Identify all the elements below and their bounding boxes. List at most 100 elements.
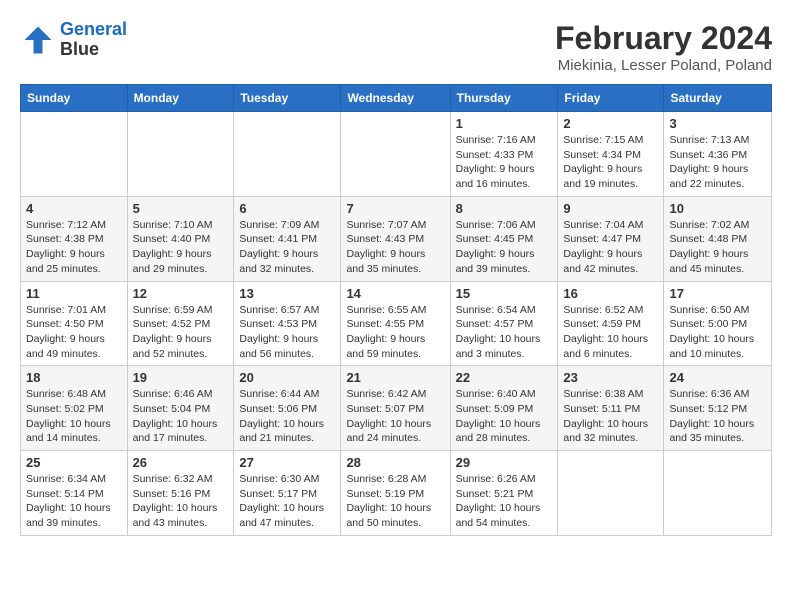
day-number: 11 [26, 286, 122, 301]
day-info: Sunrise: 7:04 AMSunset: 4:47 PMDaylight:… [563, 218, 658, 277]
day-number: 6 [239, 201, 335, 216]
logo-line2: Blue [60, 40, 127, 60]
day-cell: 11 Sunrise: 7:01 AMSunset: 4:50 PMDayligh… [21, 281, 128, 366]
day-number: 26 [133, 455, 229, 470]
day-cell [234, 112, 341, 197]
day-info: Sunrise: 6:50 AMSunset: 5:00 PMDaylight:… [669, 303, 766, 362]
subtitle: Miekinia, Lesser Poland, Poland [555, 57, 772, 74]
day-cell: 19Sunrise: 6:46 AMSunset: 5:04 PMDayligh… [127, 366, 234, 451]
day-cell: 1 Sunrise: 7:16 AMSunset: 4:33 PMDaylight… [450, 112, 558, 197]
day-cell: 4 Sunrise: 7:12 AMSunset: 4:38 PMDaylight… [21, 196, 128, 281]
day-info: Sunrise: 6:40 AMSunset: 5:09 PMDaylight:… [456, 387, 553, 446]
day-cell: 8 Sunrise: 7:06 AMSunset: 4:45 PMDaylight… [450, 196, 558, 281]
day-info: Sunrise: 7:07 AMSunset: 4:43 PMDaylight:… [346, 218, 444, 277]
day-number: 4 [26, 201, 122, 216]
day-number: 1 [456, 116, 553, 131]
title-block: February 2024 Miekinia, Lesser Poland, P… [555, 20, 772, 74]
day-info: Sunrise: 7:09 AMSunset: 4:41 PMDaylight:… [239, 218, 335, 277]
day-cell: 29Sunrise: 6:26 AMSunset: 5:21 PMDayligh… [450, 451, 558, 536]
day-number: 20 [239, 370, 335, 385]
day-number: 25 [26, 455, 122, 470]
day-info: Sunrise: 7:16 AMSunset: 4:33 PMDaylight:… [456, 133, 553, 192]
day-info: Sunrise: 7:10 AMSunset: 4:40 PMDaylight:… [133, 218, 229, 277]
day-number: 9 [563, 201, 658, 216]
day-cell: 10 Sunrise: 7:02 AMSunset: 4:48 PMDayligh… [664, 196, 772, 281]
day-number: 7 [346, 201, 444, 216]
day-cell [21, 112, 128, 197]
day-cell: 14Sunrise: 6:55 AMSunset: 4:55 PMDayligh… [341, 281, 450, 366]
day-info: Sunrise: 6:38 AMSunset: 5:11 PMDaylight:… [563, 387, 658, 446]
day-number: 13 [239, 286, 335, 301]
logo-text: General Blue [60, 20, 127, 60]
header-cell-wednesday: Wednesday [341, 85, 450, 112]
day-number: 8 [456, 201, 553, 216]
day-number: 2 [563, 116, 658, 131]
day-info: Sunrise: 6:44 AMSunset: 5:06 PMDaylight:… [239, 387, 335, 446]
calendar-table: SundayMondayTuesdayWednesdayThursdayFrid… [20, 84, 772, 536]
header-cell-monday: Monday [127, 85, 234, 112]
day-number: 12 [133, 286, 229, 301]
day-cell: 6 Sunrise: 7:09 AMSunset: 4:41 PMDaylight… [234, 196, 341, 281]
day-info: Sunrise: 6:57 AMSunset: 4:53 PMDaylight:… [239, 303, 335, 362]
header-cell-sunday: Sunday [21, 85, 128, 112]
day-number: 17 [669, 286, 766, 301]
header-cell-tuesday: Tuesday [234, 85, 341, 112]
day-info: Sunrise: 6:32 AMSunset: 5:16 PMDaylight:… [133, 472, 229, 531]
day-info: Sunrise: 6:30 AMSunset: 5:17 PMDaylight:… [239, 472, 335, 531]
day-info: Sunrise: 6:52 AMSunset: 4:59 PMDaylight:… [563, 303, 658, 362]
logo-icon [20, 22, 56, 58]
day-cell: 13 Sunrise: 6:57 AMSunset: 4:53 PMDayligh… [234, 281, 341, 366]
day-cell: 21Sunrise: 6:42 AMSunset: 5:07 PMDayligh… [341, 366, 450, 451]
day-number: 27 [239, 455, 335, 470]
day-info: Sunrise: 6:36 AMSunset: 5:12 PMDaylight:… [669, 387, 766, 446]
day-info: Sunrise: 6:46 AMSunset: 5:04 PMDaylight:… [133, 387, 229, 446]
day-cell: 3Sunrise: 7:13 AMSunset: 4:36 PMDaylight… [664, 112, 772, 197]
page-header: General Blue February 2024 Miekinia, Les… [20, 20, 772, 74]
day-cell: 18 Sunrise: 6:48 AMSunset: 5:02 PMDayligh… [21, 366, 128, 451]
day-cell: 25 Sunrise: 6:34 AMSunset: 5:14 PMDayligh… [21, 451, 128, 536]
header-cell-friday: Friday [558, 85, 664, 112]
day-info: Sunrise: 6:26 AMSunset: 5:21 PMDaylight:… [456, 472, 553, 531]
day-info: Sunrise: 7:12 AMSunset: 4:38 PMDaylight:… [26, 218, 122, 277]
day-info: Sunrise: 6:54 AMSunset: 4:57 PMDaylight:… [456, 303, 553, 362]
day-cell: 27 Sunrise: 6:30 AMSunset: 5:17 PMDayligh… [234, 451, 341, 536]
day-cell [341, 112, 450, 197]
day-info: Sunrise: 7:06 AMSunset: 4:45 PMDaylight:… [456, 218, 553, 277]
logo: General Blue [20, 20, 127, 60]
day-number: 15 [456, 286, 553, 301]
day-number: 5 [133, 201, 229, 216]
day-info: Sunrise: 6:48 AMSunset: 5:02 PMDaylight:… [26, 387, 122, 446]
day-number: 24 [669, 370, 766, 385]
day-cell [664, 451, 772, 536]
day-cell: 23Sunrise: 6:38 AMSunset: 5:11 PMDayligh… [558, 366, 664, 451]
logo-line1: General [60, 19, 127, 39]
day-cell: 22 Sunrise: 6:40 AMSunset: 5:09 PMDayligh… [450, 366, 558, 451]
week-row-0: 1 Sunrise: 7:16 AMSunset: 4:33 PMDaylight… [21, 112, 772, 197]
day-cell: 16Sunrise: 6:52 AMSunset: 4:59 PMDayligh… [558, 281, 664, 366]
day-number: 22 [456, 370, 553, 385]
day-number: 3 [669, 116, 766, 131]
day-info: Sunrise: 7:01 AMSunset: 4:50 PMDaylight:… [26, 303, 122, 362]
day-cell: 2Sunrise: 7:15 AMSunset: 4:34 PMDaylight… [558, 112, 664, 197]
day-cell: 20 Sunrise: 6:44 AMSunset: 5:06 PMDayligh… [234, 366, 341, 451]
week-row-3: 18 Sunrise: 6:48 AMSunset: 5:02 PMDayligh… [21, 366, 772, 451]
calendar-header: SundayMondayTuesdayWednesdayThursdayFrid… [21, 85, 772, 112]
day-info: Sunrise: 7:02 AMSunset: 4:48 PMDaylight:… [669, 218, 766, 277]
day-number: 18 [26, 370, 122, 385]
day-cell: 28Sunrise: 6:28 AMSunset: 5:19 PMDayligh… [341, 451, 450, 536]
day-number: 28 [346, 455, 444, 470]
day-cell [558, 451, 664, 536]
day-cell: 5 Sunrise: 7:10 AMSunset: 4:40 PMDaylight… [127, 196, 234, 281]
day-cell: 7 Sunrise: 7:07 AMSunset: 4:43 PMDaylight… [341, 196, 450, 281]
week-row-1: 4 Sunrise: 7:12 AMSunset: 4:38 PMDaylight… [21, 196, 772, 281]
day-cell [127, 112, 234, 197]
day-info: Sunrise: 6:34 AMSunset: 5:14 PMDaylight:… [26, 472, 122, 531]
day-info: Sunrise: 6:59 AMSunset: 4:52 PMDaylight:… [133, 303, 229, 362]
day-info: Sunrise: 6:42 AMSunset: 5:07 PMDaylight:… [346, 387, 444, 446]
main-title: February 2024 [555, 20, 772, 57]
week-row-4: 25 Sunrise: 6:34 AMSunset: 5:14 PMDayligh… [21, 451, 772, 536]
day-info: Sunrise: 6:55 AMSunset: 4:55 PMDaylight:… [346, 303, 444, 362]
header-cell-saturday: Saturday [664, 85, 772, 112]
week-row-2: 11 Sunrise: 7:01 AMSunset: 4:50 PMDayligh… [21, 281, 772, 366]
day-number: 10 [669, 201, 766, 216]
